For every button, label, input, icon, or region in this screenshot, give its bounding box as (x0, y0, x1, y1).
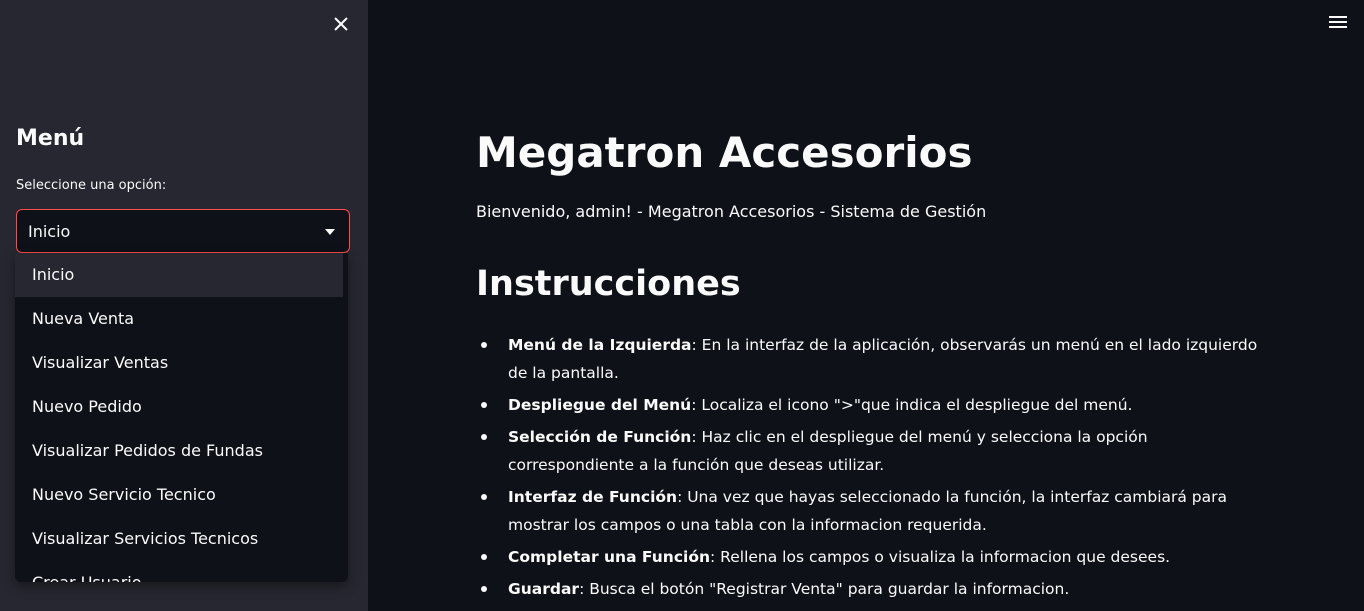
option-visualizar-ventas[interactable]: Visualizar Ventas (15, 341, 343, 385)
item-text: : Busca el botón "Registrar Venta" para … (579, 580, 1070, 598)
option-inicio[interactable]: Inicio (15, 253, 343, 297)
instructions-list: Menú de la Izquierda: En la interfaz de … (476, 331, 1266, 607)
item-title: Interfaz de Función (508, 488, 678, 506)
option-crear-usuario[interactable]: Crear Usuario (15, 561, 343, 582)
option-label: Nuevo Servicio Tecnico (32, 485, 216, 504)
close-icon (334, 17, 348, 31)
list-item: Guardar: Busca el botón "Registrar Venta… (476, 575, 1266, 603)
option-visualizar-pedidos-fundas[interactable]: Visualizar Pedidos de Fundas (15, 429, 343, 473)
item-title: Selección de Función (508, 428, 692, 446)
option-label: Inicio (32, 265, 75, 284)
page-title: Megatron Accesorios (476, 128, 973, 177)
item-text: : Localiza el icono ">"que indica el des… (691, 396, 1133, 414)
option-nueva-venta[interactable]: Nueva Venta (15, 297, 343, 341)
option-nuevo-servicio-tecnico[interactable]: Nuevo Servicio Tecnico (15, 473, 343, 517)
option-label: Visualizar Ventas (32, 353, 169, 372)
close-sidebar-button[interactable] (330, 13, 352, 35)
welcome-message: Bienvenido, admin! - Megatron Accesorios… (476, 202, 987, 221)
option-select[interactable]: Inicio (16, 209, 350, 253)
select-dropdown: Inicio Nueva Venta Visualizar Ventas Nue… (15, 253, 348, 582)
main-menu-button[interactable] (1329, 15, 1347, 29)
menu-title: Menú (16, 126, 85, 151)
option-label: Visualizar Servicios Tecnicos (32, 529, 259, 548)
item-title: Completar una Función (508, 548, 710, 566)
item-title: Guardar (508, 580, 580, 598)
hamburger-menu-icon (1329, 16, 1347, 18)
list-item: Menú de la Izquierda: En la interfaz de … (476, 331, 1266, 387)
section-title: Instrucciones (476, 264, 741, 304)
list-item: Despliegue del Menú: Localiza el icono "… (476, 391, 1266, 419)
option-label: Crear Usuario (32, 573, 142, 582)
option-label: Nueva Venta (32, 309, 135, 328)
option-label: Visualizar Pedidos de Fundas (32, 441, 263, 460)
select-label: Seleccione una opción: (16, 178, 167, 193)
list-item: Completar una Función: Rellena los campo… (476, 543, 1266, 571)
list-item: Selección de Función: Haz clic en el des… (476, 423, 1266, 479)
item-title: Despliegue del Menú (508, 396, 692, 414)
list-item: Interfaz de Función: Una vez que hayas s… (476, 483, 1266, 539)
sidebar: Menú Seleccione una opción: Inicio Inici… (0, 0, 368, 611)
item-text: : Rellena los campos o visualiza la info… (710, 548, 1171, 566)
option-nuevo-pedido[interactable]: Nuevo Pedido (15, 385, 343, 429)
option-label: Nuevo Pedido (32, 397, 142, 416)
item-title: Menú de la Izquierda (508, 336, 692, 354)
select-value: Inicio (28, 222, 71, 241)
chevron-down-icon (325, 229, 335, 235)
option-visualizar-servicios-tecnicos[interactable]: Visualizar Servicios Tecnicos (15, 517, 343, 561)
